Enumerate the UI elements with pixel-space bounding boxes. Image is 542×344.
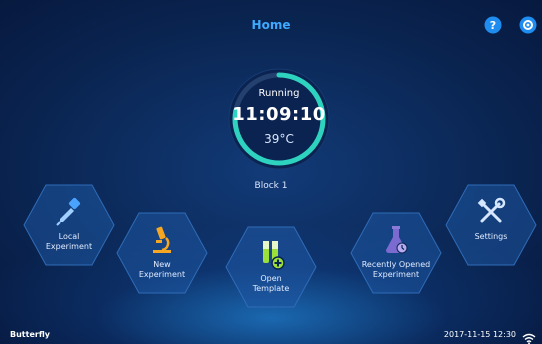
svg-text:?: ? [490, 19, 496, 32]
new-experiment-label-1: New [153, 260, 171, 269]
recently-opened-label-1: Recently Opened [361, 260, 431, 269]
new-experiment-label-2: Experiment [138, 270, 186, 279]
new-experiment-button[interactable]: New Experiment [116, 212, 208, 294]
run-state: Running [258, 88, 300, 99]
local-experiment-label-2: Experiment [45, 242, 93, 251]
help-icon[interactable]: ? [484, 16, 502, 34]
recently-opened-label-2: Experiment [372, 270, 420, 279]
local-experiment-label-1: Local [58, 232, 80, 241]
open-template-button[interactable]: Open Template [225, 226, 317, 308]
home-screen: Home ? Running 11:09:10 39°C Block 1 Loc… [0, 0, 542, 344]
flask-icon [380, 224, 412, 256]
open-template-label-1: Open [260, 274, 282, 283]
run-timer: 11:09:10 [232, 104, 326, 125]
device-name: Butterfly [10, 330, 50, 339]
settings-button[interactable]: Settings [445, 184, 537, 266]
wifi-icon [522, 329, 536, 344]
test-tubes-icon [255, 238, 287, 270]
tools-icon [475, 196, 507, 228]
recently-opened-experiment-button[interactable]: Recently Opened Experiment [350, 212, 442, 294]
gear-icon[interactable] [519, 16, 537, 34]
date-time: 2017-11-15 12:30 [443, 330, 516, 339]
microscope-icon [146, 224, 178, 256]
open-template-label-2: Template [252, 284, 290, 293]
local-experiment-button[interactable]: Local Experiment [23, 184, 115, 266]
pipette-icon [53, 196, 85, 228]
status-dial[interactable]: Running 11:09:10 39°C [224, 64, 334, 174]
page-title: Home [251, 18, 291, 32]
settings-label-1: Settings [474, 232, 508, 241]
block-temperature: 39°C [264, 132, 294, 146]
